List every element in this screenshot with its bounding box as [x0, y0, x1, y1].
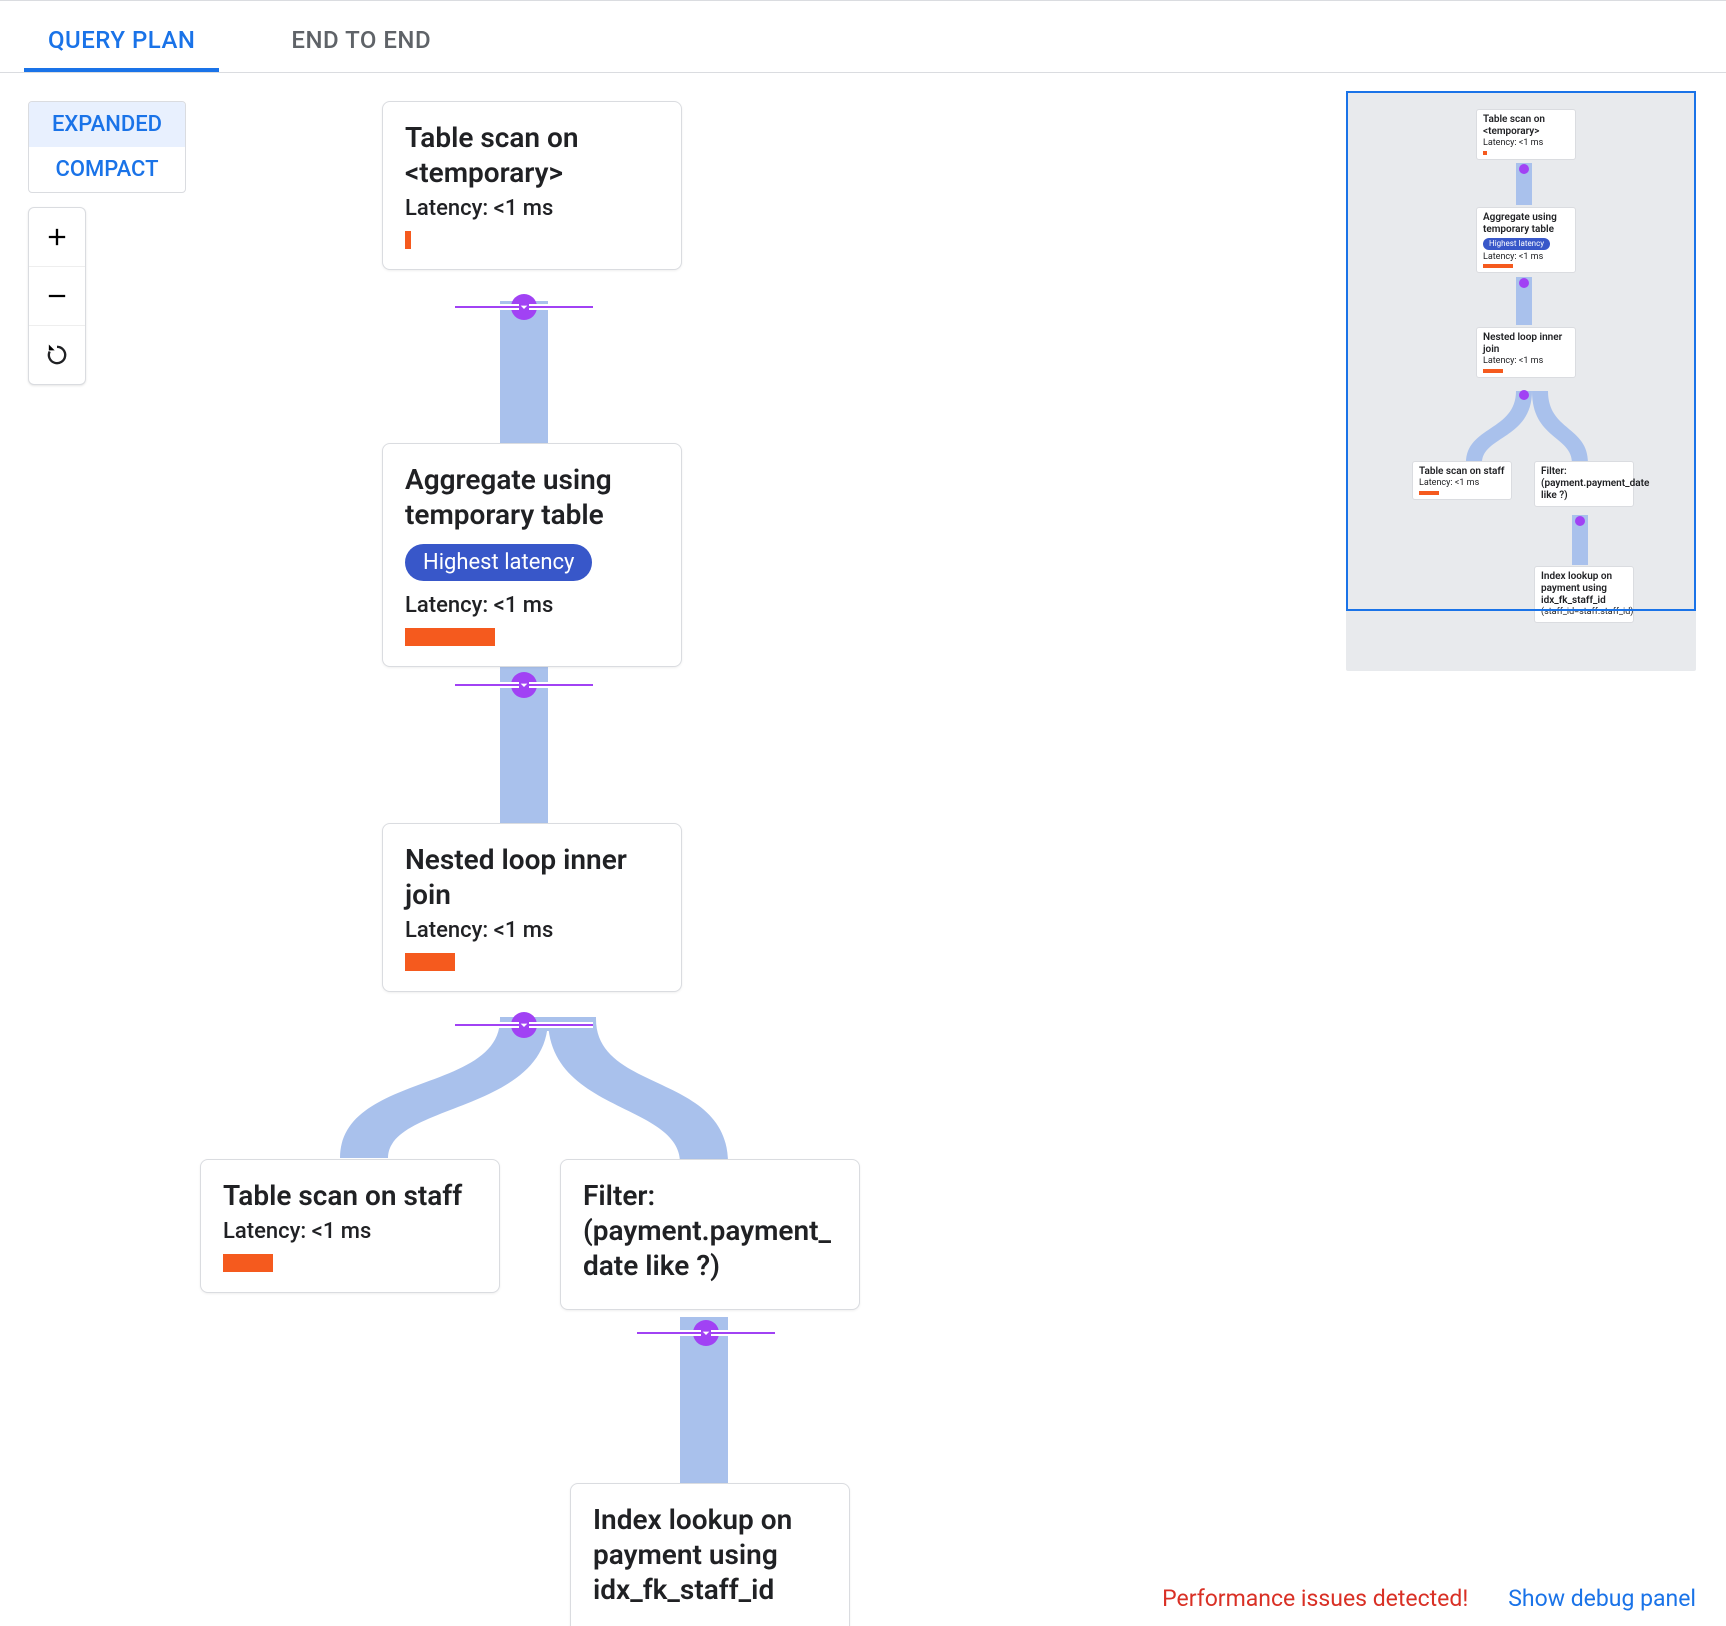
- tab-query-plan[interactable]: QUERY PLAN: [24, 8, 219, 72]
- node-title: Aggregate using temporary table: [405, 462, 659, 532]
- minimap-node: Table scan on <temporary> Latency: <1 ms: [1476, 109, 1576, 160]
- node-title: Index lookup on payment using idx_fk_sta…: [593, 1502, 827, 1607]
- show-debug-panel-link[interactable]: Show debug panel: [1508, 1585, 1696, 1612]
- node-title: Filter: (payment.payment_date like ?): [583, 1178, 837, 1283]
- minimap-node: Table scan on staff Latency: <1 ms: [1412, 461, 1512, 500]
- node-nested-loop-join[interactable]: Nested loop inner join Latency: <1 ms: [382, 823, 682, 992]
- expand-toggle[interactable]: [511, 672, 537, 698]
- zoom-out-button[interactable]: [29, 266, 85, 325]
- minimap-node: Aggregate using temporary table Highest …: [1476, 207, 1576, 273]
- expand-toggle[interactable]: [693, 1320, 719, 1346]
- reset-icon: [43, 341, 71, 369]
- highest-latency-badge: Highest latency: [405, 544, 592, 581]
- node-aggregate-temporary[interactable]: Aggregate using temporary table Highest …: [382, 443, 682, 667]
- latency-bar: [405, 231, 411, 249]
- node-table-scan-staff[interactable]: Table scan on staff Latency: <1 ms: [200, 1159, 500, 1293]
- chevron-down-icon: [516, 299, 532, 315]
- chevron-down-icon: [516, 1017, 532, 1033]
- tab-end-to-end[interactable]: END TO END: [267, 8, 455, 72]
- node-latency: Latency: <1 ms: [405, 593, 659, 618]
- canvas-controls: EXPANDED COMPACT: [28, 101, 186, 385]
- chevron-down-icon: [698, 1325, 714, 1341]
- minimap-edges: [1346, 91, 1696, 671]
- node-title: Table scan on <temporary>: [405, 120, 659, 190]
- expand-toggle[interactable]: [511, 1012, 537, 1038]
- query-plan-screen: QUERY PLAN END TO END EXPANDED COMPACT: [0, 0, 1726, 1626]
- footer: Performance issues detected! Show debug …: [1162, 1585, 1696, 1612]
- node-latency: Latency: <1 ms: [223, 1219, 477, 1244]
- node-table-scan-temporary[interactable]: Table scan on <temporary> Latency: <1 ms: [382, 101, 682, 270]
- minimap[interactable]: Table scan on <temporary> Latency: <1 ms…: [1346, 91, 1696, 671]
- minus-icon: [43, 282, 71, 310]
- node-title: Table scan on staff: [223, 1178, 477, 1213]
- node-index-lookup-payment[interactable]: Index lookup on payment using idx_fk_sta…: [570, 1483, 850, 1626]
- plus-icon: [43, 223, 71, 251]
- performance-warning: Performance issues detected!: [1162, 1585, 1468, 1612]
- latency-bar: [223, 1254, 273, 1272]
- latency-bar: [405, 953, 455, 971]
- chevron-down-icon: [516, 677, 532, 693]
- zoom-controls: [28, 207, 86, 385]
- node-latency: Latency: <1 ms: [405, 918, 659, 943]
- node-filter-payment-date[interactable]: Filter: (payment.payment_date like ?): [560, 1159, 860, 1310]
- expand-toggle[interactable]: [511, 294, 537, 320]
- minimap-node: Filter: (payment.payment_date like ?): [1534, 461, 1634, 507]
- view-expanded-button[interactable]: EXPANDED: [29, 102, 185, 147]
- zoom-reset-button[interactable]: [29, 325, 85, 384]
- minimap-node: Nested loop inner join Latency: <1 ms: [1476, 327, 1576, 378]
- zoom-in-button[interactable]: [29, 208, 85, 266]
- tab-bar: QUERY PLAN END TO END: [0, 1, 1726, 73]
- minimap-node: Index lookup on payment using idx_fk_sta…: [1534, 566, 1634, 623]
- latency-bar: [405, 628, 495, 646]
- node-title: Nested loop inner join: [405, 842, 659, 912]
- view-mode-toggle: EXPANDED COMPACT: [28, 101, 186, 193]
- node-latency: Latency: <1 ms: [405, 196, 659, 221]
- view-compact-button[interactable]: COMPACT: [29, 147, 185, 192]
